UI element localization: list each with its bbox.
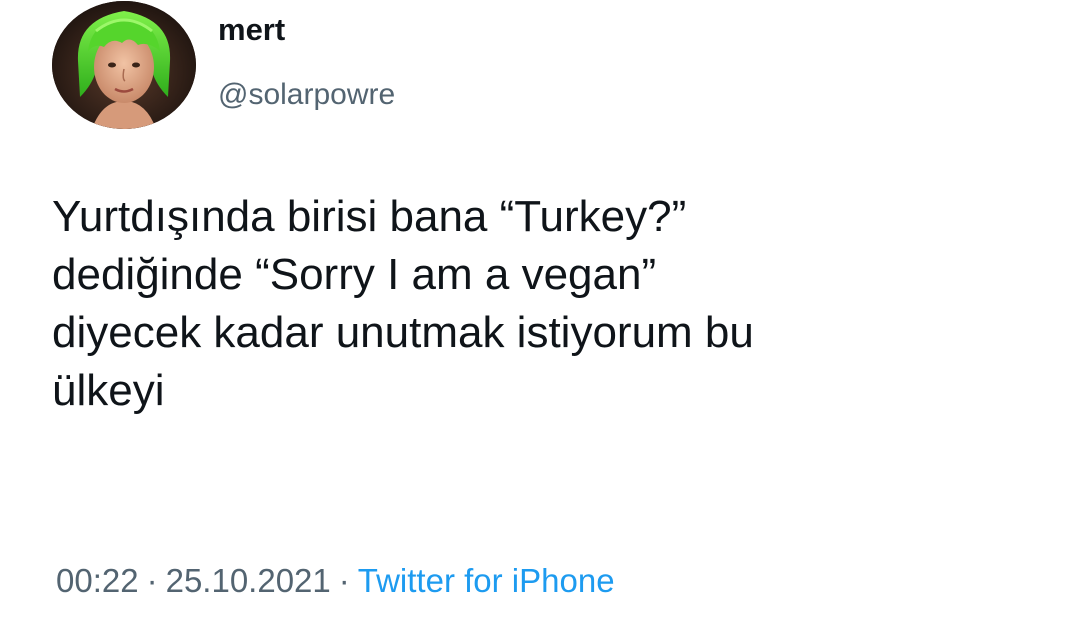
display-name[interactable]: mert [218,10,618,50]
user-info: mert @solarpowre [218,10,618,115]
tweet-time[interactable]: 00:22 [56,562,139,599]
tweet-text-line: diyecek kadar unutmak istiyorum bu [52,308,754,357]
tweet-source-link[interactable]: Twitter for iPhone [358,562,615,599]
meta-separator: · [338,562,350,599]
avatar-image [52,1,196,129]
tweet-date[interactable]: 25.10.2021 [166,562,331,599]
avatar[interactable] [52,1,196,129]
tweet-text-line: dediğinde “Sorry I am a vegan” [52,250,657,299]
tweet-text-line: Yurtdışında birisi bana “Turkey?” [52,192,687,241]
tweet-header: mert @solarpowre [52,0,395,130]
tweet-text: Yurtdışında birisi bana “Turkey?” dediği… [52,188,1032,420]
tweet-card: mert @solarpowre Yurtdışında birisi bana… [0,0,1080,620]
meta-separator: · [146,562,158,599]
tweet-meta: 00:22 · 25.10.2021 · Twitter for iPhone [56,558,615,604]
user-handle[interactable]: @solarpowre [218,75,618,115]
tweet-text-line: ülkeyi [52,366,165,415]
